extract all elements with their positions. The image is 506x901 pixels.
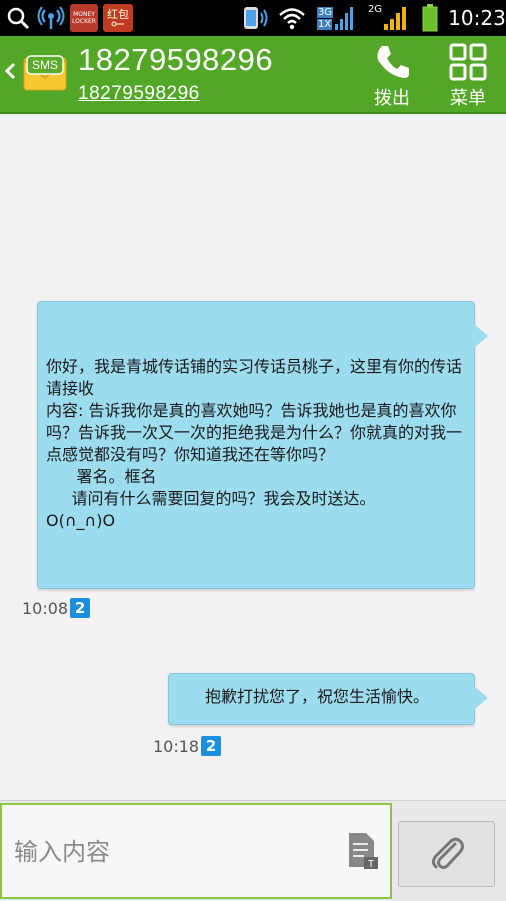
money-locker-icon: MONEY LOCKER xyxy=(70,4,98,32)
paperclip-icon xyxy=(431,837,464,869)
bubble-tail xyxy=(474,686,488,710)
signal-2g-icon: 2G xyxy=(366,4,408,32)
wifi-hotspot-icon xyxy=(36,4,66,32)
timestamp-text: 10:08 xyxy=(22,598,69,618)
wifi-icon xyxy=(277,4,307,32)
signal-3g-icon: 3G 1X xyxy=(312,4,358,32)
net-2g-label: 2G xyxy=(367,4,383,15)
sms-icon-label: SMS xyxy=(32,58,58,72)
contact-name: 18279598296 xyxy=(78,42,274,77)
compose-bar: T xyxy=(0,800,506,901)
timestamp-text: 10:18 xyxy=(153,736,200,756)
menu-label: 菜单 xyxy=(450,88,486,109)
contact-number-link[interactable]: 18279598296 xyxy=(78,83,200,105)
message-input-container[interactable] xyxy=(0,803,392,899)
conversation-header: SMS 18279598296 18279598296 拨出 菜单 xyxy=(0,36,506,114)
bubble-tail xyxy=(474,324,488,348)
sms-envelope-icon[interactable]: SMS xyxy=(22,48,68,94)
net-1x-label: 1X xyxy=(316,18,333,30)
volume-icon xyxy=(240,4,272,32)
search-icon xyxy=(4,4,32,32)
call-label: 拨出 xyxy=(374,88,410,109)
message-text: 抱歉打扰您了，祝您生活愉快。 xyxy=(205,687,430,706)
call-button[interactable]: 拨出 xyxy=(362,42,422,110)
sim2-badge-icon: 2 xyxy=(201,736,222,756)
net-3g-label: 3G xyxy=(316,6,334,18)
menu-button[interactable]: 菜单 xyxy=(438,42,498,110)
message-timestamp: 10:18 2 xyxy=(153,736,222,756)
status-time: 10:23 xyxy=(448,6,506,30)
back-arrow-icon[interactable] xyxy=(3,56,17,86)
message-bubble-outgoing[interactable]: 抱歉打扰您了，祝您生活愉快。 xyxy=(168,673,488,725)
svg-text:T: T xyxy=(368,859,374,870)
sim2-badge-icon: 2 xyxy=(70,598,91,618)
message-timestamp: 10:08 2 xyxy=(22,598,91,618)
template-icon[interactable]: T xyxy=(346,831,380,871)
message-text: 你好，我是青城传话铺的实习传话员桃子，这里有你的传话请接收 内容: 告诉我你是真… xyxy=(46,357,463,530)
status-bar: MONEY LOCKER 红包 3G 1X 2G 10:23 xyxy=(0,0,506,36)
attach-button[interactable] xyxy=(398,821,495,887)
menu-grid-icon xyxy=(449,43,487,81)
message-list[interactable]: 你好，我是青城传话铺的实习传话员桃子，这里有你的传话请接收 内容: 告诉我你是真… xyxy=(0,114,506,800)
message-bubble-incoming[interactable]: 你好，我是青城传话铺的实习传话员桃子，这里有你的传话请接收 内容: 告诉我你是真… xyxy=(37,301,488,589)
message-input[interactable] xyxy=(12,831,336,873)
battery-icon xyxy=(418,4,442,32)
hongbao-label: 红包 xyxy=(107,8,129,21)
phone-icon xyxy=(377,46,409,78)
hongbao-icon: 红包 xyxy=(103,4,133,32)
